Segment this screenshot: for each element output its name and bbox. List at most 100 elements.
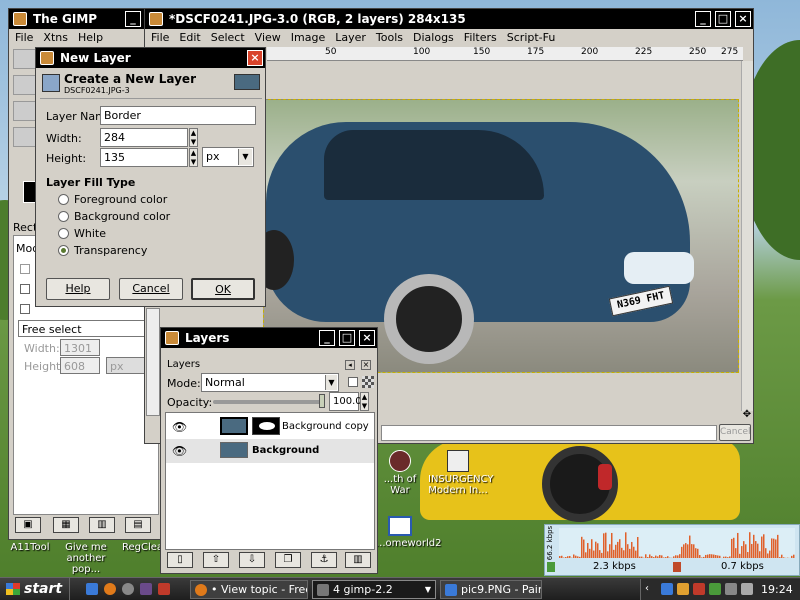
lower-layer-icon[interactable]: ⇩ [239, 552, 265, 568]
task-paint[interactable]: pic9.PNG - Paint [440, 580, 542, 599]
menu-help[interactable]: Help [78, 29, 103, 47]
duplicate-layer-icon[interactable]: ❐ [275, 552, 301, 568]
quicklaunch-app-icon[interactable] [140, 583, 152, 595]
menu-xtns[interactable]: Xtns [43, 29, 68, 47]
eye-icon[interactable]: 👁 [172, 444, 187, 458]
close-button[interactable]: × [247, 50, 263, 66]
panel-menu-icon[interactable]: ◂ [345, 360, 355, 370]
network-bar [633, 546, 635, 558]
tray-app-icon[interactable] [725, 583, 737, 595]
menu-view[interactable]: View [255, 29, 281, 47]
height-spinner[interactable]: ▲ ▼ [189, 148, 198, 167]
title-bar[interactable]: Layers _ □ × [161, 328, 377, 348]
title-bar[interactable]: *DSCF0241.JPG-3.0 (RGB, 2 layers) 284x13… [145, 9, 753, 29]
tray-app-icon[interactable] [661, 583, 673, 595]
tray-app-icon[interactable] [693, 583, 705, 595]
network-bar [727, 557, 729, 558]
cancel-button[interactable]: Cancel [119, 278, 183, 300]
menu-image[interactable]: Image [291, 29, 325, 47]
radio-white[interactable] [58, 228, 69, 239]
new-layer-icon[interactable]: ▯ [167, 552, 193, 568]
menu-file[interactable]: File [15, 29, 33, 47]
task-gimp[interactable]: 4 gimp-2.2 ▼ [312, 580, 436, 599]
opacity-slider-track[interactable] [213, 400, 323, 404]
menu-filters[interactable]: Filters [464, 29, 497, 47]
quicklaunch-app-icon[interactable] [122, 583, 134, 595]
minimize-button[interactable]: _ [125, 11, 141, 27]
desktop-icon[interactable]: ...th of War [376, 450, 424, 496]
lock-alpha-checkbox[interactable] [348, 377, 358, 387]
start-button[interactable]: start [0, 578, 70, 600]
opacity-slider-handle[interactable] [319, 394, 325, 408]
mode-checkbox[interactable] [20, 264, 30, 274]
quicklaunch-explorer-icon[interactable] [86, 583, 98, 595]
panel-close-icon[interactable]: × [361, 360, 371, 370]
maximize-button[interactable]: □ [715, 11, 731, 27]
fuzzy-select-tool-icon[interactable] [13, 75, 37, 95]
width-field[interactable]: 1301 [60, 339, 100, 356]
vertical-scrollbar[interactable] [741, 61, 753, 411]
task-view-topic[interactable]: • View topic - Free ph... [190, 580, 308, 599]
minimize-button[interactable]: _ [319, 330, 335, 346]
menu-file[interactable]: File [151, 29, 169, 47]
tray-volume-icon[interactable] [741, 583, 753, 595]
minimize-button[interactable]: _ [695, 11, 711, 27]
height-field[interactable]: 608 [60, 357, 100, 374]
clock[interactable]: 19:24 [761, 579, 793, 600]
raise-layer-icon[interactable]: ⇧ [203, 552, 229, 568]
tray-expand-icon[interactable]: ‹ [645, 583, 657, 595]
close-button[interactable]: × [735, 11, 751, 27]
width-spinner[interactable]: ▲ ▼ [189, 128, 198, 147]
option-checkbox[interactable] [20, 304, 30, 314]
delete-layer-icon[interactable]: ▥ [345, 552, 371, 568]
save-options-icon[interactable]: ▣ [15, 517, 41, 533]
menu-dialogs[interactable]: Dialogs [413, 29, 454, 47]
navigate-icon[interactable]: ✥ [741, 409, 753, 421]
eye-icon[interactable]: 👁 [172, 420, 187, 434]
layer-name-input[interactable]: Border [100, 106, 256, 125]
cancel-button[interactable]: Cancel [719, 424, 751, 441]
tray-app-icon[interactable] [677, 583, 689, 595]
system-tray: ‹ 19:24 [640, 579, 800, 600]
network-bar [593, 550, 595, 558]
desktop-icon[interactable]: INSURGENCY Modern In... [428, 450, 494, 496]
radio-transparency[interactable] [58, 245, 69, 256]
maximize-button[interactable]: □ [339, 330, 355, 346]
bucket-fill-tool-icon[interactable] [13, 101, 37, 121]
quicklaunch-firefox-icon[interactable] [104, 583, 116, 595]
menu-edit[interactable]: Edit [179, 29, 200, 47]
anchor-layer-icon[interactable]: ⚓ [311, 552, 337, 568]
opacity-input[interactable]: 100.0 [329, 392, 362, 411]
network-bar [619, 539, 621, 558]
reset-options-icon[interactable]: ▤ [125, 517, 151, 533]
menu-tools[interactable]: Tools [376, 29, 403, 47]
height-input[interactable]: 135 [100, 148, 188, 167]
layer-row[interactable]: 👁 Background copy [166, 415, 374, 439]
help-button[interactable]: Help [46, 278, 110, 300]
title-bar[interactable]: New Layer × [36, 48, 265, 68]
mode-select[interactable]: Normal ▼ [201, 373, 339, 392]
brake-caliper [598, 464, 612, 490]
layer-row-selected[interactable]: 👁 Background [166, 439, 374, 463]
menu-layer[interactable]: Layer [335, 29, 366, 47]
desktop-icon-label: INSURGENCY Modern In... [428, 474, 494, 496]
close-button[interactable]: × [359, 330, 375, 346]
radio-foreground-color[interactable] [58, 194, 69, 205]
pencil-tool-icon[interactable] [13, 127, 37, 147]
menu-select[interactable]: Select [211, 29, 245, 47]
restore-options-icon[interactable]: ▦ [53, 517, 79, 533]
lasso-tool-icon[interactable] [13, 49, 37, 69]
select-mode-field[interactable]: Free select [18, 320, 154, 337]
unit-select[interactable]: px ▼ [202, 147, 254, 167]
desktop-icon[interactable]: ...omeworld2 [376, 516, 441, 549]
title-bar[interactable]: The GIMP _ × [9, 9, 163, 29]
menu-script-fu[interactable]: Script-Fu [507, 29, 556, 47]
quicklaunch-app-icon[interactable] [158, 583, 170, 595]
ok-button[interactable]: OK [191, 278, 255, 300]
opacity-spinner[interactable]: ▲ ▼ [360, 392, 369, 411]
tray-network-icon[interactable] [709, 583, 721, 595]
width-input[interactable]: 284 [100, 128, 188, 147]
delete-options-icon[interactable]: ▥ [89, 517, 115, 533]
radio-background-color[interactable] [58, 211, 69, 222]
option-checkbox[interactable] [20, 284, 30, 294]
